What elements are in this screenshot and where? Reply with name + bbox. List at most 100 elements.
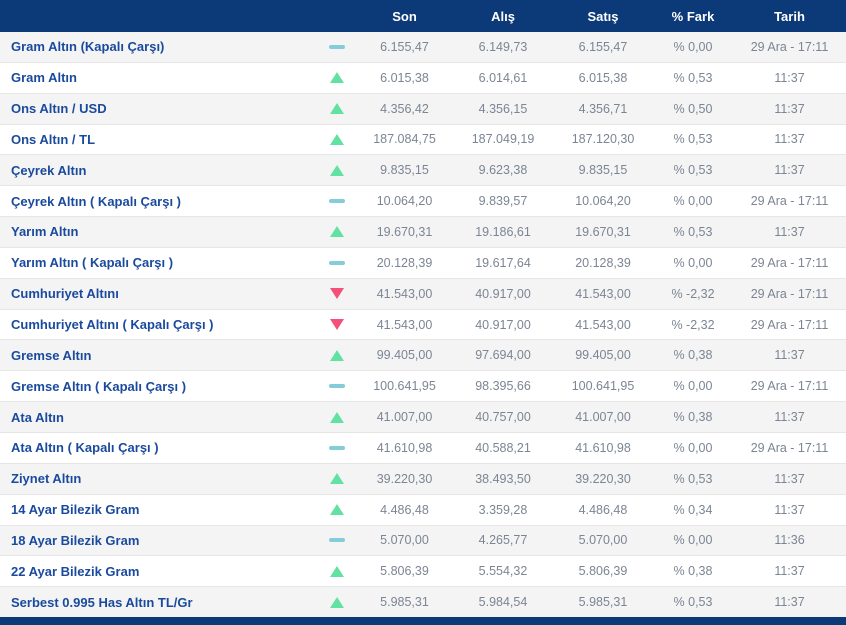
header-alis: Alış <box>491 8 515 24</box>
trend-up-icon <box>318 349 356 361</box>
sell-price: 41.543,00 <box>575 286 631 301</box>
table-row[interactable]: Cumhuriyet Altını ( Kapalı Çarşı ) 41.54… <box>0 309 846 341</box>
trend-up-icon <box>318 103 356 115</box>
trend-shape <box>330 411 344 423</box>
header-tarih: Tarih <box>774 8 805 24</box>
percent-change: % 0,53 <box>673 595 713 610</box>
last-price: 4.486,48 <box>380 502 429 517</box>
last-price: 5.806,39 <box>380 564 429 579</box>
timestamp: 29 Ara - 17:11 <box>750 286 829 301</box>
buy-price: 3.359,28 <box>478 502 528 517</box>
last-price: 187.084,75 <box>373 132 436 147</box>
sell-price: 19.670,31 <box>575 224 631 239</box>
last-price: 5.070,00 <box>380 533 429 548</box>
last-price: 19.670,31 <box>376 224 433 239</box>
bottom-bar <box>0 617 846 625</box>
sell-price: 41.007,00 <box>575 410 631 425</box>
trend-flat-icon <box>318 445 356 450</box>
instrument-name: Gram Altın (Kapalı Çarşı) <box>11 39 165 55</box>
table-row[interactable]: Gram Altın 6.015,38 6.014,61 6.015,38 % … <box>0 62 846 94</box>
instrument-name: Cumhuriyet Altını <box>11 286 119 302</box>
percent-change: % 0,00 <box>673 194 713 209</box>
table-body: Gram Altın (Kapalı Çarşı) 6.155,47 6.149… <box>0 32 846 618</box>
sell-price: 99.405,00 <box>575 348 631 363</box>
timestamp: 11:37 <box>774 564 805 579</box>
table-row[interactable]: Yarım Altın ( Kapalı Çarşı ) 20.128,39 1… <box>0 247 846 279</box>
table-header: Son Alış Satış % Fark Tarih <box>0 0 846 32</box>
instrument-name: 14 Ayar Bilezik Gram <box>11 502 140 518</box>
percent-change: % 0,00 <box>673 533 713 548</box>
trend-shape <box>329 445 345 450</box>
table-row[interactable]: Gremse Altın 99.405,00 97.694,00 99.405,… <box>0 340 846 372</box>
table-row[interactable]: Cumhuriyet Altını 41.543,00 40.917,00 41… <box>0 278 846 310</box>
instrument-name: Ata Altın ( Kapalı Çarşı ) <box>11 440 159 456</box>
trend-up-icon <box>318 504 356 516</box>
table-row[interactable]: Ata Altın ( Kapalı Çarşı ) 41.610,98 40.… <box>0 432 846 464</box>
buy-price: 9.839,57 <box>478 194 528 209</box>
header-satis: Satış <box>587 8 619 24</box>
timestamp: 11:37 <box>774 70 805 85</box>
last-price: 9.835,15 <box>380 163 429 178</box>
instrument-name: Gremse Altın ( Kapalı Çarşı ) <box>11 378 187 394</box>
percent-change: % 0,53 <box>673 163 713 178</box>
trend-up-icon <box>318 596 356 608</box>
trend-shape <box>330 226 344 238</box>
timestamp: 29 Ara - 17:11 <box>750 379 829 394</box>
buy-price: 98.395,66 <box>475 379 531 394</box>
table-row[interactable]: Çeyrek Altın ( Kapalı Çarşı ) 10.064,20 … <box>0 186 846 218</box>
instrument-name: Serbest 0.995 Has Altın TL/Gr <box>11 594 193 610</box>
timestamp: 11:37 <box>774 224 805 239</box>
table-row[interactable]: Ata Altın 41.007,00 40.757,00 41.007,00 … <box>0 402 846 433</box>
buy-price: 38.493,50 <box>475 471 531 486</box>
table-row[interactable]: 14 Ayar Bilezik Gram 4.486,48 3.359,28 4… <box>0 494 846 526</box>
percent-change: % 0,53 <box>673 224 713 239</box>
table-row[interactable]: Ziynet Altın 39.220,30 38.493,50 39.220,… <box>0 463 846 495</box>
instrument-name: Ziynet Altın <box>11 471 82 487</box>
trend-shape <box>329 384 345 389</box>
sell-price: 6.015,38 <box>578 70 628 85</box>
table-row[interactable]: Serbest 0.995 Has Altın TL/Gr 5.985,31 5… <box>0 587 846 618</box>
trend-shape <box>330 103 344 115</box>
table-row[interactable]: Ons Altın / TL 187.084,75 187.049,19 187… <box>0 124 846 156</box>
trend-shape <box>330 319 344 331</box>
table-row[interactable]: Gram Altın (Kapalı Çarşı) 6.155,47 6.149… <box>0 32 846 63</box>
table-row[interactable]: Yarım Altın 19.670,31 19.186,61 19.670,3… <box>0 217 846 248</box>
timestamp: 29 Ara - 17:11 <box>750 317 829 332</box>
table-row[interactable]: Ons Altın / USD 4.356,42 4.356,15 4.356,… <box>0 93 846 125</box>
sell-price: 5.070,00 <box>578 533 628 548</box>
trend-flat-icon <box>318 199 356 204</box>
instrument-name: 22 Ayar Bilezik Gram <box>11 563 140 579</box>
instrument-name: Cumhuriyet Altını ( Kapalı Çarşı ) <box>11 317 214 333</box>
sell-price: 5.806,39 <box>578 564 628 579</box>
table-row[interactable]: 22 Ayar Bilezik Gram 5.806,39 5.554,32 5… <box>0 556 846 588</box>
buy-price: 9.623,38 <box>478 163 528 178</box>
table-row[interactable]: Çeyrek Altın 9.835,15 9.623,38 9.835,15 … <box>0 155 846 187</box>
table-row[interactable]: Gremse Altın ( Kapalı Çarşı ) 100.641,95… <box>0 371 846 403</box>
buy-price: 40.588,21 <box>475 440 531 455</box>
percent-change: % 0,53 <box>673 70 713 85</box>
percent-change: % 0,53 <box>673 471 713 486</box>
percent-change: % 0,34 <box>673 502 713 517</box>
buy-price: 40.917,00 <box>475 317 531 332</box>
timestamp: 11:37 <box>774 410 805 425</box>
trend-shape <box>330 473 344 485</box>
trend-shape <box>330 504 344 516</box>
trend-flat-icon <box>318 538 356 543</box>
instrument-name: Gram Altın <box>11 70 77 86</box>
percent-change: % 0,38 <box>673 348 713 363</box>
instrument-name: Çeyrek Altın ( Kapalı Çarşı ) <box>11 193 182 209</box>
trend-shape <box>329 260 345 265</box>
trend-shape <box>329 44 345 49</box>
sell-price: 187.120,30 <box>571 132 635 147</box>
sell-price: 10.064,20 <box>575 194 631 209</box>
trend-shape <box>329 199 345 204</box>
sell-price: 9.835,15 <box>578 163 628 178</box>
percent-change: % 0,00 <box>673 440 713 455</box>
sell-price: 5.985,31 <box>578 595 628 610</box>
buy-price: 97.694,00 <box>475 348 531 363</box>
sell-price: 20.128,39 <box>575 255 631 270</box>
last-price: 5.985,31 <box>380 595 429 610</box>
buy-price: 5.554,32 <box>478 564 528 579</box>
timestamp: 29 Ara - 17:11 <box>750 255 829 270</box>
table-row[interactable]: 18 Ayar Bilezik Gram 5.070,00 4.265,77 5… <box>0 525 846 557</box>
